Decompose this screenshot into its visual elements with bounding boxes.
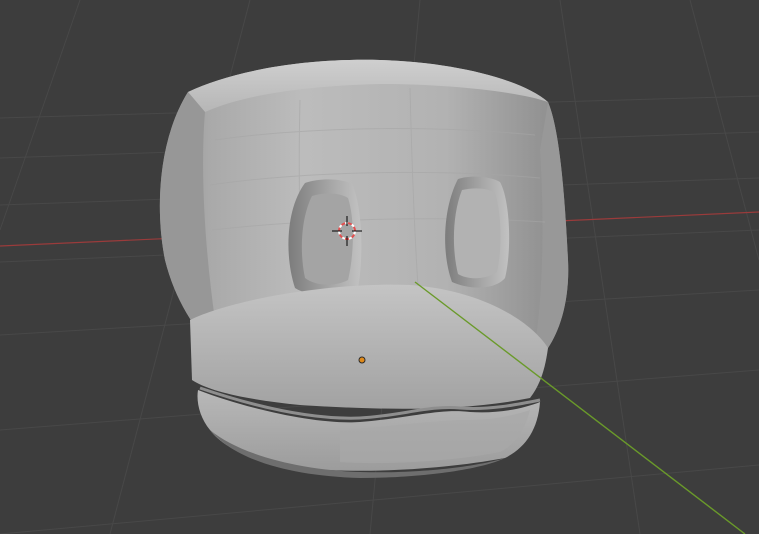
right-eye-inner (453, 188, 501, 279)
viewport-canvas[interactable] (0, 0, 759, 534)
head-mesh[interactable] (159, 59, 569, 478)
object-origin-marker[interactable] (358, 356, 366, 364)
3d-viewport[interactable] (0, 0, 759, 534)
